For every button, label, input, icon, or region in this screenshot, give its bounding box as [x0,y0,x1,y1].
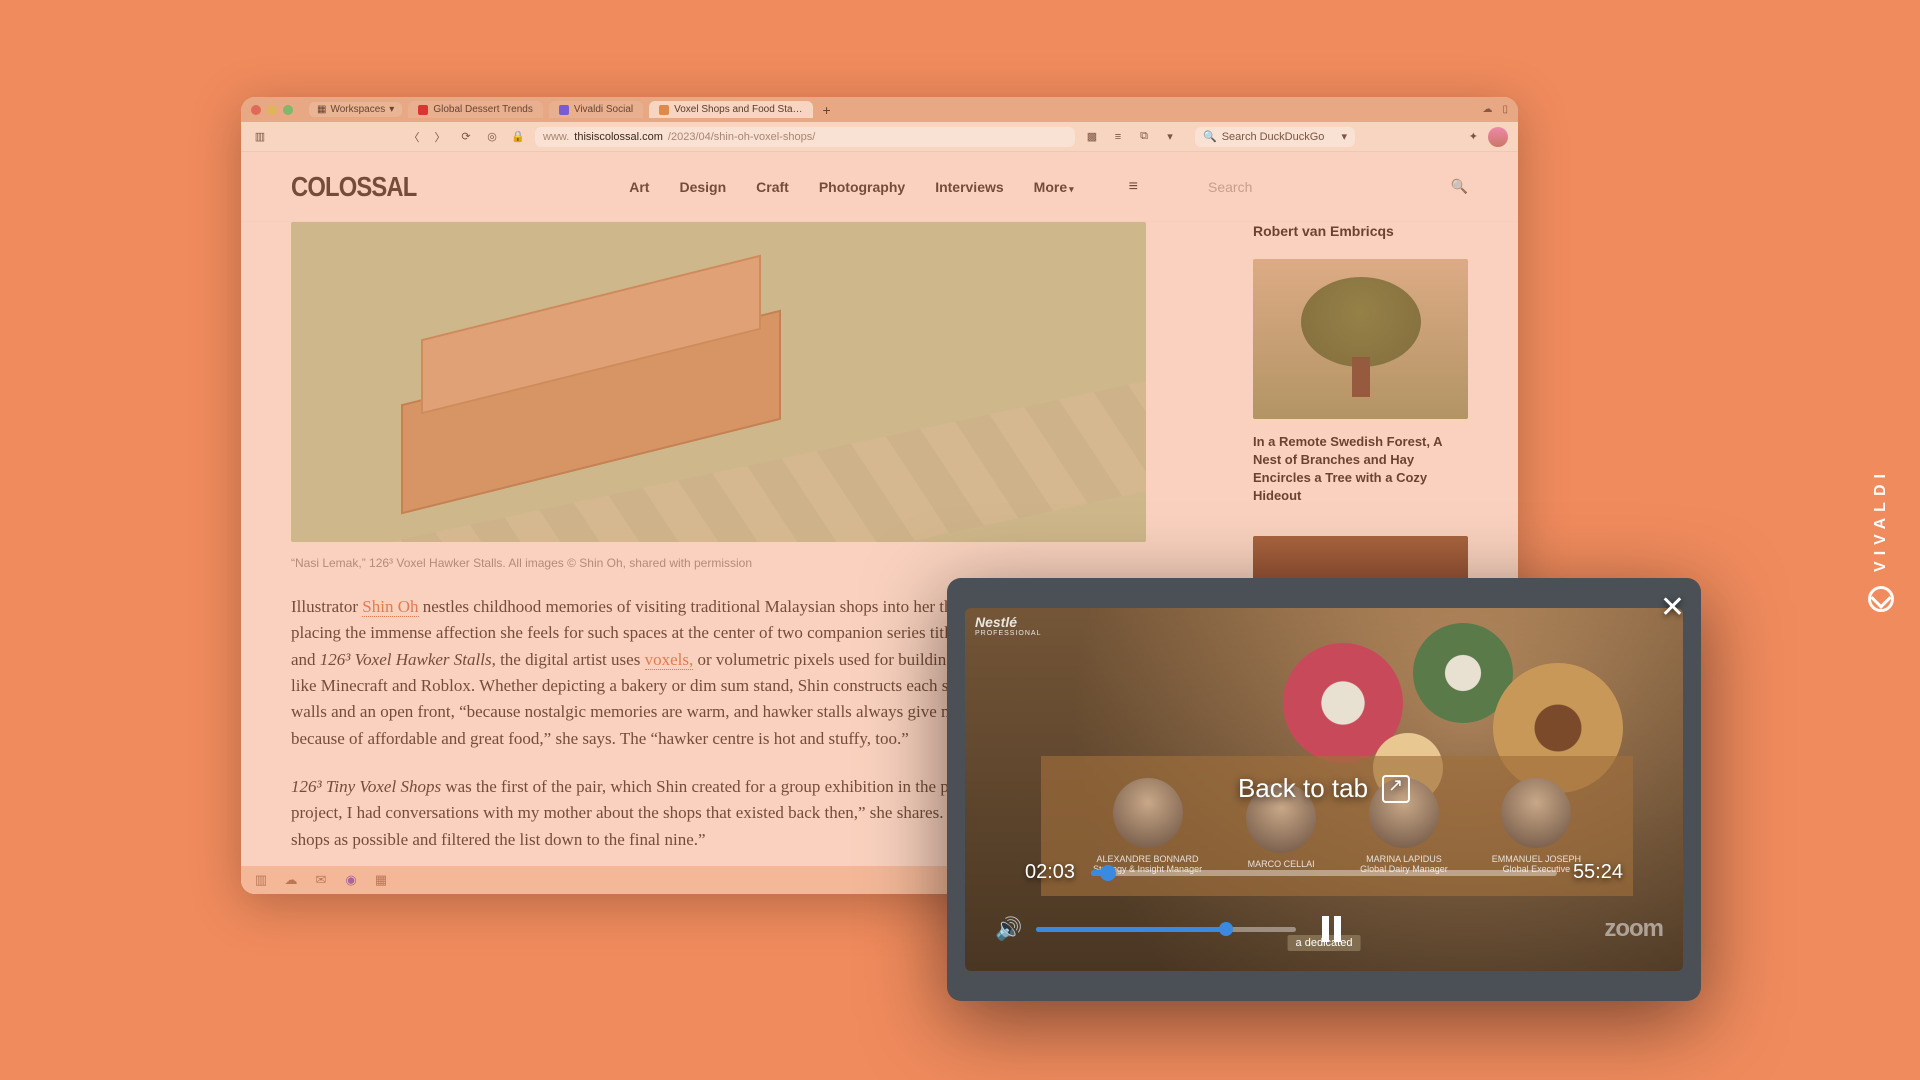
video-brand-logo: Nestlé PROFESSIONAL [975,614,1041,637]
extensions-icon[interactable]: ✦ [1469,130,1478,143]
nav-art[interactable]: Art [629,179,649,195]
site-search[interactable]: Search 🔍 [1208,178,1468,195]
nav-craft[interactable]: Craft [756,179,789,195]
new-tab-button[interactable]: + [819,102,835,118]
link-shin-oh[interactable]: Shin Oh [362,597,418,617]
volume-slider[interactable] [1036,927,1296,932]
picture-in-picture-window[interactable]: ✕ Nestlé PROFESSIONAL ALEXANDRE BONNARDS… [947,578,1701,1001]
article-sidebar: Robert van Embricqs In a Remote Swedish … [1253,222,1468,586]
bookmark-icon[interactable]: ⧉ [1135,128,1153,146]
tab-label: Voxel Shops and Food Sta… [674,104,802,115]
tab-label: Global Dessert Trends [433,104,533,115]
site-header: COLOSSAL Art Design Craft Photography In… [241,152,1518,222]
shield-icon[interactable]: ◎ [483,128,501,146]
nav-design[interactable]: Design [679,179,726,195]
sidebar-item-2-image[interactable] [1253,259,1468,419]
tab-global-dessert-trends[interactable]: Global Dessert Trends [408,101,543,118]
url-prefix: www. [543,131,569,143]
url-field[interactable]: www. thisiscolossal.com/2023/04/shin-oh-v… [535,127,1075,147]
cloud-icon[interactable]: ☁ [283,872,299,888]
calendar-icon[interactable]: ▦ [373,872,389,888]
seek-slider[interactable] [1091,870,1557,876]
url-path: /2023/04/shin-oh-voxel-shops/ [668,131,815,143]
seek-row: 02:03 55:24 [1025,861,1623,884]
chevron-down-icon: ▾ [389,104,394,115]
workspaces-icon: ▦ [317,104,326,115]
volume-icon[interactable]: 🔊 [995,916,1022,942]
tab-vivaldi-social[interactable]: Vivaldi Social [549,101,643,118]
search-icon: 🔍 [1203,130,1217,143]
seek-thumb[interactable] [1100,865,1116,881]
reload-button[interactable]: ⟳ [457,128,475,146]
tab-voxel-shops[interactable]: Voxel Shops and Food Sta… [649,101,812,118]
vivaldi-brand: VIVALDI [1868,468,1894,612]
back-to-tab-button[interactable]: Back to tab [1238,773,1410,804]
time-total: 55:24 [1573,861,1623,884]
main-nav: Art Design Craft Photography Interviews … [629,178,1138,196]
chevron-down-icon: ▾ [1069,184,1074,194]
volume-progress [1036,927,1226,932]
reader-icon[interactable]: ≡ [1109,128,1127,146]
minimize-window-button[interactable] [267,105,277,115]
article-hero-image [291,222,1146,542]
nav-back-button[interactable]: 〈 [405,128,423,146]
maximize-window-button[interactable] [283,105,293,115]
site-search-placeholder: Search [1208,179,1252,195]
tab-label: Vivaldi Social [574,104,633,115]
link-voxels[interactable]: voxels, [645,650,694,670]
window-controls [251,105,293,115]
sidebar-item-2-title[interactable]: In a Remote Swedish Forest, A Nest of Br… [1253,433,1468,506]
nav-photography[interactable]: Photography [819,179,905,195]
nav-more[interactable]: More▾ [1034,179,1074,195]
address-bar: ▥ 〈 〉 ⟳ ◎ 🔒 www. thisiscolossal.com/2023/… [241,122,1518,152]
speaker-4: EMMANUEL JOSEPHGlobal Executive [1492,778,1581,874]
volume-thumb[interactable] [1219,922,1233,936]
site-logo[interactable]: COLOSSAL [291,171,416,203]
search-placeholder: Search DuckDuckGo [1222,131,1325,143]
qr-icon[interactable]: ▩ [1083,128,1101,146]
sync-icon[interactable]: ☁ [1482,104,1492,115]
profile-avatar[interactable] [1488,127,1508,147]
nav-interviews[interactable]: Interviews [935,179,1003,195]
speaker-1: ALEXANDRE BONNARDStrategy & Insight Mana… [1093,778,1202,874]
mastodon-icon[interactable]: ◉ [343,872,359,888]
pip-close-button[interactable]: ✕ [1660,590,1685,625]
search-field[interactable]: 🔍 Search DuckDuckGo ▾ [1195,127,1355,147]
mail-icon[interactable]: ✉ [313,872,329,888]
external-link-icon [1382,775,1410,803]
mastodon-icon [559,105,569,115]
back-to-tab-label: Back to tab [1238,773,1368,804]
workspaces-label: Workspaces [330,104,385,115]
workspaces-button[interactable]: ▦ Workspaces ▾ [309,102,402,117]
site-favicon-icon [659,105,669,115]
panel-toggle-button[interactable]: ▥ [251,128,269,146]
chevron-down-icon[interactable]: ▾ [1161,128,1179,146]
time-current: 02:03 [1025,861,1075,884]
url-host: thisiscolossal.com [574,131,663,143]
lock-icon: 🔒 [509,128,527,146]
vivaldi-wordmark: VIVALDI [1872,468,1890,572]
close-window-button[interactable] [251,105,261,115]
hamburger-icon[interactable]: ≡ [1129,178,1138,196]
pause-button[interactable] [1322,916,1341,942]
sidebar-item-1-title[interactable]: Robert van Embricqs [1253,222,1468,241]
nav-forward-button[interactable]: 〉 [431,128,449,146]
youtube-icon [418,105,428,115]
search-icon: 🔍 [1451,178,1468,195]
chevron-down-icon[interactable]: ▾ [1341,130,1347,143]
image-caption: “Nasi Lemak,” 126³ Voxel Hawker Stalls. … [291,556,1146,570]
tab-bar: ▦ Workspaces ▾ Global Dessert Trends Viv… [241,97,1518,122]
panel-toggle-icon[interactable]: ▥ [253,872,269,888]
control-row: 🔊 [995,916,1653,942]
vivaldi-logo-icon [1868,586,1894,612]
trash-icon[interactable]: ▯ [1502,104,1508,115]
